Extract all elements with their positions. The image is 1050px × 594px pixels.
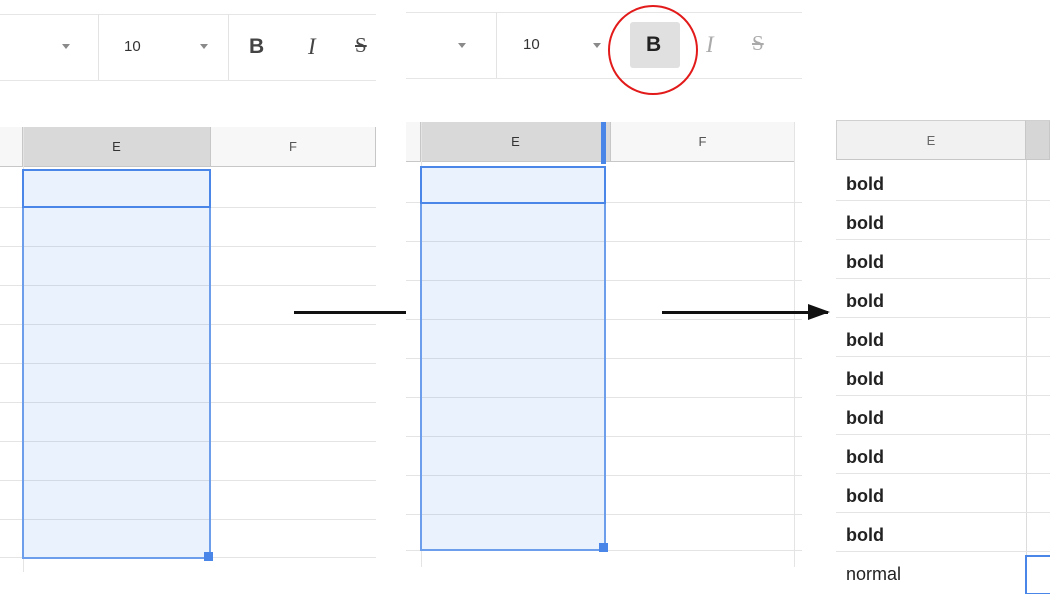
cell-e8[interactable]: bold	[846, 447, 884, 468]
italic-button[interactable]: I	[706, 33, 714, 56]
toolbar-top-border	[0, 14, 376, 15]
toolbar-bottom-border	[0, 80, 376, 81]
active-cell[interactable]	[1025, 555, 1050, 594]
row-line	[836, 473, 1050, 474]
row-header-corner	[406, 122, 421, 162]
row-line	[836, 200, 1050, 201]
cell-e3[interactable]: bold	[846, 252, 884, 273]
active-cell[interactable]	[420, 166, 606, 204]
row-line	[836, 512, 1050, 513]
font-size-caret-icon[interactable]	[593, 43, 601, 48]
sheet-grid-selected: E F	[406, 122, 802, 567]
fill-handle[interactable]	[599, 543, 608, 552]
font-size-value[interactable]: 10	[124, 38, 141, 55]
column-resize-handle[interactable]	[601, 122, 606, 164]
cell-e6[interactable]: bold	[846, 369, 884, 390]
fill-handle[interactable]	[204, 552, 213, 561]
row-line	[836, 278, 1050, 279]
cell-e5[interactable]: bold	[846, 330, 884, 351]
row-line	[836, 356, 1050, 357]
font-size-caret-icon[interactable]	[200, 44, 208, 49]
italic-button[interactable]: I	[308, 35, 316, 58]
column-selection[interactable]	[420, 166, 606, 551]
active-cell[interactable]	[22, 169, 211, 208]
column-line	[794, 122, 795, 567]
toolbar-separator	[228, 14, 229, 80]
column-header-f[interactable]	[1026, 120, 1050, 160]
bold-button[interactable]: B	[249, 36, 264, 57]
toolbar-separator	[98, 14, 99, 80]
cell-e9[interactable]: bold	[846, 486, 884, 507]
column-line	[1026, 160, 1027, 594]
row-line	[836, 434, 1050, 435]
column-header-f[interactable]: F	[611, 122, 795, 162]
font-dropdown-caret-icon[interactable]	[458, 43, 466, 48]
column-header-e[interactable]: E	[836, 120, 1026, 160]
sheet-grid-before: E F	[0, 127, 376, 572]
arrow-right	[662, 304, 830, 320]
row-header-corner	[0, 127, 23, 167]
cell-e10[interactable]: bold	[846, 525, 884, 546]
column-selection[interactable]	[22, 169, 211, 559]
column-header-f[interactable]: F	[211, 127, 376, 167]
strikethrough-button[interactable]: S	[752, 33, 764, 54]
font-size-value[interactable]: 10	[523, 36, 540, 53]
row-line	[836, 395, 1050, 396]
sheet-grid-result: E bold bold bold bold bold bold bold bol…	[836, 120, 1050, 594]
row-line	[836, 317, 1050, 318]
column-header-e[interactable]: E	[421, 122, 611, 162]
cell-e4[interactable]: bold	[846, 291, 884, 312]
toolbar-before: 10 B I S	[0, 0, 376, 92]
row-line	[836, 551, 1050, 552]
toolbar-bottom-border	[406, 78, 802, 79]
toolbar-top-border	[406, 12, 802, 13]
font-dropdown-caret-icon[interactable]	[62, 44, 70, 49]
cell-e2[interactable]: bold	[846, 213, 884, 234]
highlight-circle	[608, 5, 698, 95]
toolbar-separator	[496, 12, 497, 78]
strikethrough-button[interactable]: S	[355, 35, 367, 56]
row-line	[836, 239, 1050, 240]
cell-e1[interactable]: bold	[846, 174, 884, 195]
toolbar-after: 10 B I S	[406, 0, 802, 95]
cell-e7[interactable]: bold	[846, 408, 884, 429]
cell-e11[interactable]: normal	[846, 564, 901, 585]
column-header-e[interactable]: E	[23, 127, 211, 167]
